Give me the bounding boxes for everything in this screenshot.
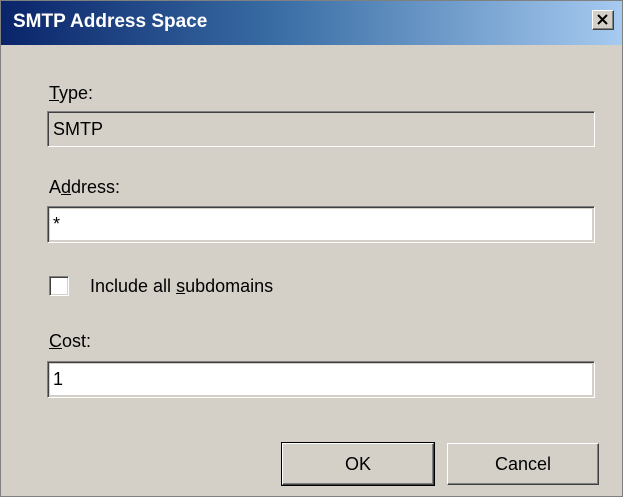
include-subdomains-label[interactable]: Include all subdomains xyxy=(90,276,273,296)
subdomains-label-mnemonic: s xyxy=(176,276,186,296)
cost-label-mnemonic: C xyxy=(49,331,62,351)
close-icon xyxy=(597,14,608,25)
type-input xyxy=(50,114,592,144)
include-subdomains-checkbox[interactable] xyxy=(49,276,69,296)
address-label: Address: xyxy=(49,177,120,197)
ok-button[interactable]: OK xyxy=(281,442,435,486)
window-title: SMTP Address Space xyxy=(13,11,208,32)
subdomains-label-prefix: Include all xyxy=(90,276,177,296)
type-label-text: ype: xyxy=(59,83,94,103)
type-label-mnemonic: T xyxy=(49,83,60,103)
address-label-text: dress: xyxy=(71,177,121,197)
type-label: Type: xyxy=(49,83,93,103)
subdomains-label-text: ubdomains xyxy=(185,276,274,296)
address-field[interactable] xyxy=(47,206,595,243)
address-label-prefix: A xyxy=(49,177,62,197)
type-field xyxy=(47,111,595,147)
cost-label: Cost: xyxy=(49,331,91,351)
cancel-button[interactable]: Cancel xyxy=(447,443,599,485)
smtp-address-space-dialog: SMTP Address Space Type: Address: Includ… xyxy=(0,0,623,497)
address-label-mnemonic: d xyxy=(61,177,72,197)
cost-field[interactable] xyxy=(47,361,595,398)
cost-label-text: ost: xyxy=(62,331,92,351)
title-bar: SMTP Address Space xyxy=(1,1,622,45)
cost-input[interactable] xyxy=(50,364,592,395)
address-input[interactable] xyxy=(50,209,592,240)
close-button[interactable] xyxy=(592,10,614,30)
